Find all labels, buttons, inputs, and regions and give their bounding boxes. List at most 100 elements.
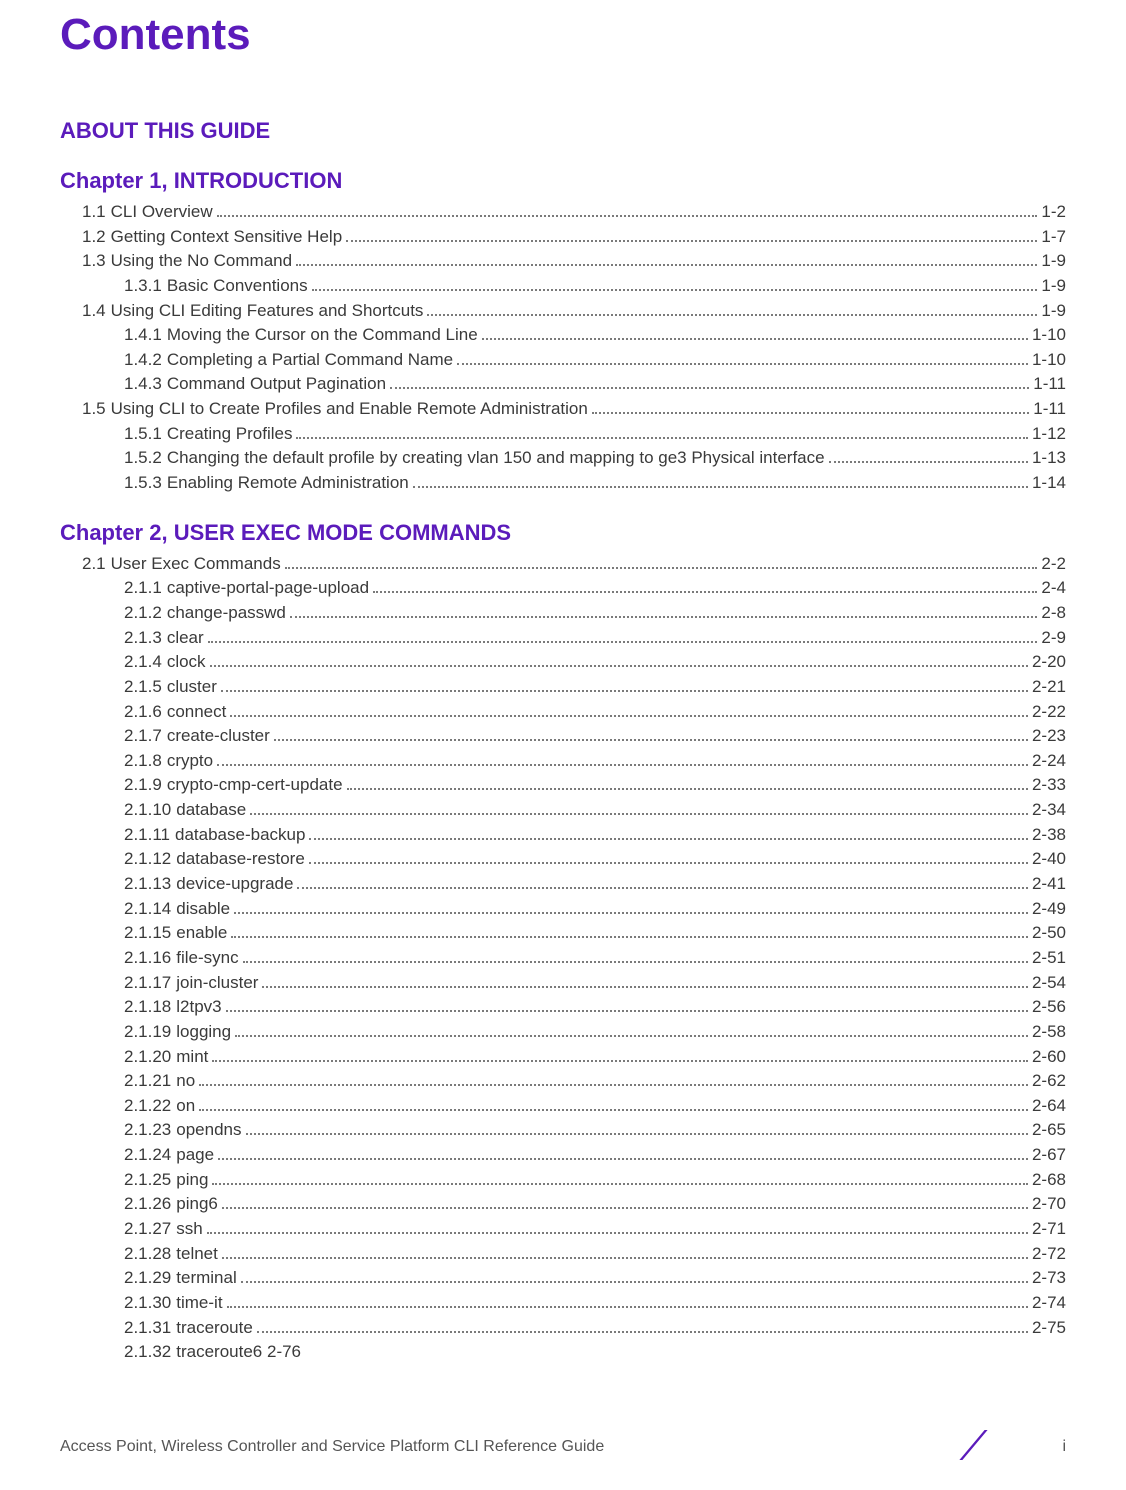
toc-entry-title: Changing the default profile by creating… <box>167 448 825 467</box>
toc-entry[interactable]: 1.3.1Basic Conventions1-9 <box>60 274 1066 299</box>
toc-entry-number: 2.1.4 <box>124 652 162 671</box>
toc-entry[interactable]: 2.1.29terminal 2-73 <box>60 1266 1066 1291</box>
toc-entry-number: 2.1.3 <box>124 628 162 647</box>
toc-leader-dots <box>199 1071 1028 1087</box>
toc-entry[interactable]: 2.1.31traceroute2-75 <box>60 1316 1066 1341</box>
toc-leader-dots <box>296 423 1027 439</box>
toc-entry[interactable]: 1.5.3Enabling Remote Administration1-14 <box>60 471 1066 496</box>
toc-entry-page: 1-7 <box>1041 225 1066 250</box>
toc-entry-page: 2-70 <box>1032 1192 1066 1217</box>
toc-entry-number: 2.1.10 <box>124 800 171 819</box>
toc-entry[interactable]: 2.1.8crypto2-24 <box>60 749 1066 774</box>
toc-entry-label: 2.1.13device-upgrade <box>124 872 293 897</box>
toc-entry[interactable]: 2.1.16file-sync2-51 <box>60 946 1066 971</box>
toc-entry-number: 1.2 <box>82 227 106 246</box>
toc-entry[interactable]: 2.1.21no2-62 <box>60 1069 1066 1094</box>
toc-leader-dots <box>347 775 1028 791</box>
toc-entry[interactable]: 2.1.28telnet2-72 <box>60 1242 1066 1267</box>
toc-leader-dots <box>217 201 1038 217</box>
toc-entry[interactable]: 2.1.24page2-67 <box>60 1143 1066 1168</box>
toc-entry[interactable]: 2.1.19logging2-58 <box>60 1020 1066 1045</box>
toc-entry-title: Completing a Partial Command Name <box>167 350 453 369</box>
toc-entry-label: 2.1.29terminal <box>124 1266 237 1291</box>
toc-entry-label: 1.1CLI Overview <box>82 200 213 225</box>
toc-entry[interactable]: 1.4Using CLI Editing Features and Shortc… <box>60 299 1066 324</box>
toc-entry[interactable]: 2.1.23opendns2-65 <box>60 1118 1066 1143</box>
toc-entry-number: 2.1.8 <box>124 751 162 770</box>
toc-entry-label: 2.1.28telnet <box>124 1242 218 1267</box>
toc-entry[interactable]: 2.1.25ping2-68 <box>60 1168 1066 1193</box>
toc-entry[interactable]: 2.1.4clock2-20 <box>60 650 1066 675</box>
toc-entry[interactable]: 1.1CLI Overview 1-2 <box>60 200 1066 225</box>
toc-entry[interactable]: 2.1.2change-passwd2-8 <box>60 601 1066 626</box>
toc-entry[interactable]: 2.1.27ssh2-71 <box>60 1217 1066 1242</box>
toc-entry[interactable]: 2.1.1captive-portal-page-upload2-4 <box>60 576 1066 601</box>
toc-entry[interactable]: 1.5Using CLI to Create Profiles and Enab… <box>60 397 1066 422</box>
toc-entry-number: 2.1.15 <box>124 923 171 942</box>
toc-entry[interactable]: 2.1.12database-restore2-40 <box>60 847 1066 872</box>
toc-entry-number: 2.1 <box>82 554 106 573</box>
toc-entry-page: 2-62 <box>1032 1069 1066 1094</box>
page-title: Contents <box>60 0 1066 70</box>
toc-entry[interactable]: 1.5.2Changing the default profile by cre… <box>60 446 1066 471</box>
toc-entry[interactable]: 2.1.18l2tpv32-56 <box>60 995 1066 1020</box>
toc-entry-page: 2-73 <box>1032 1266 1066 1291</box>
toc-entry[interactable]: 2.1.14disable2-49 <box>60 897 1066 922</box>
toc-entry[interactable]: 1.2Getting Context Sensitive Help1-7 <box>60 225 1066 250</box>
toc-entry[interactable]: 2.1.26ping62-70 <box>60 1192 1066 1217</box>
toc-entry-label: 2.1.32traceroute6 2-76 <box>124 1340 301 1365</box>
toc-entry-page: 1-11 <box>1033 372 1066 397</box>
toc-entry[interactable]: 2.1.22on2-64 <box>60 1094 1066 1119</box>
toc-entry[interactable]: 1.4.1Moving the Cursor on the Command Li… <box>60 323 1066 348</box>
toc-entry[interactable]: 2.1.10database2-34 <box>60 798 1066 823</box>
toc-entry-title: change-passwd <box>167 603 286 622</box>
toc-entry-label: 2.1.9crypto-cmp-cert-update <box>124 773 343 798</box>
toc-entry[interactable]: 2.1.13device-upgrade2-41 <box>60 872 1066 897</box>
toc-leader-dots <box>222 1194 1028 1210</box>
toc-entry[interactable]: 1.4.3Command Output Pagination1-11 <box>60 372 1066 397</box>
toc-entry[interactable]: 2.1.17join-cluster2-54 <box>60 971 1066 996</box>
toc-entry[interactable]: 2.1.6connect2-22 <box>60 700 1066 725</box>
toc-entry[interactable]: 2.1.11database-backup2-38 <box>60 823 1066 848</box>
toc-entry[interactable]: 1.3Using the No Command1-9 <box>60 249 1066 274</box>
toc-entry-title: Moving the Cursor on the Command Line <box>167 325 478 344</box>
toc-entry[interactable]: 1.5.1Creating Profiles1-12 <box>60 422 1066 447</box>
toc-entry-label: 2.1.20mint <box>124 1045 208 1070</box>
toc-leader-dots <box>210 652 1028 668</box>
toc-entry-number: 2.1.31 <box>124 1318 171 1337</box>
toc-leader-dots <box>427 300 1037 316</box>
toc-leader-dots <box>413 472 1028 488</box>
toc-entry[interactable]: 2.1.7create-cluster2-23 <box>60 724 1066 749</box>
toc-entry[interactable]: 2.1.3clear2-9 <box>60 626 1066 651</box>
toc-leader-dots <box>241 1268 1028 1284</box>
toc-entry-page: 1-9 <box>1041 249 1066 274</box>
toc-entry-label: 2.1.12 database-restore <box>124 847 305 872</box>
toc-entry-page: 2-4 <box>1041 576 1066 601</box>
toc-leader-dots <box>257 1317 1028 1333</box>
toc-entry-number: 1.5.1 <box>124 424 162 443</box>
toc-entry[interactable]: 2.1User Exec Commands2-2 <box>60 552 1066 577</box>
toc-entry-number: 2.1.12 <box>124 849 171 868</box>
toc-entry[interactable]: 2.1.32traceroute6 2-76 <box>60 1340 1066 1365</box>
toc-leader-dots <box>230 701 1028 717</box>
toc-entry-number: 1.3.1 <box>124 276 162 295</box>
toc-leader-dots <box>373 578 1037 594</box>
toc-entry[interactable]: 2.1.9crypto-cmp-cert-update2-33 <box>60 773 1066 798</box>
toc-leader-dots <box>829 448 1028 464</box>
toc-entry-title: database-restore <box>176 849 305 868</box>
toc-entry[interactable]: 2.1.5cluster2-21 <box>60 675 1066 700</box>
toc-entry-page: 2-65 <box>1032 1118 1066 1143</box>
toc-entry-title: database <box>176 800 246 819</box>
toc-entry-number: 1.3 <box>82 251 106 270</box>
toc-entry[interactable]: 1.4.2Completing a Partial Command Name1-… <box>60 348 1066 373</box>
toc-entry[interactable]: 2.1.15enable2-50 <box>60 921 1066 946</box>
toc-entry-label: 1.5.2Changing the default profile by cre… <box>124 446 825 471</box>
toc-entry-page: 1-14 <box>1032 471 1066 496</box>
footer-divider-icon <box>962 1432 1006 1462</box>
toc-entry-label: 2.1.7create-cluster <box>124 724 270 749</box>
toc-entry-label: 2.1.10 database <box>124 798 246 823</box>
toc-entry-title: l2tpv3 <box>176 997 221 1016</box>
toc-entry[interactable]: 2.1.20mint2-60 <box>60 1045 1066 1070</box>
toc-entry-page: 1-2 <box>1041 200 1066 225</box>
toc-entry[interactable]: 2.1.30time-it2-74 <box>60 1291 1066 1316</box>
